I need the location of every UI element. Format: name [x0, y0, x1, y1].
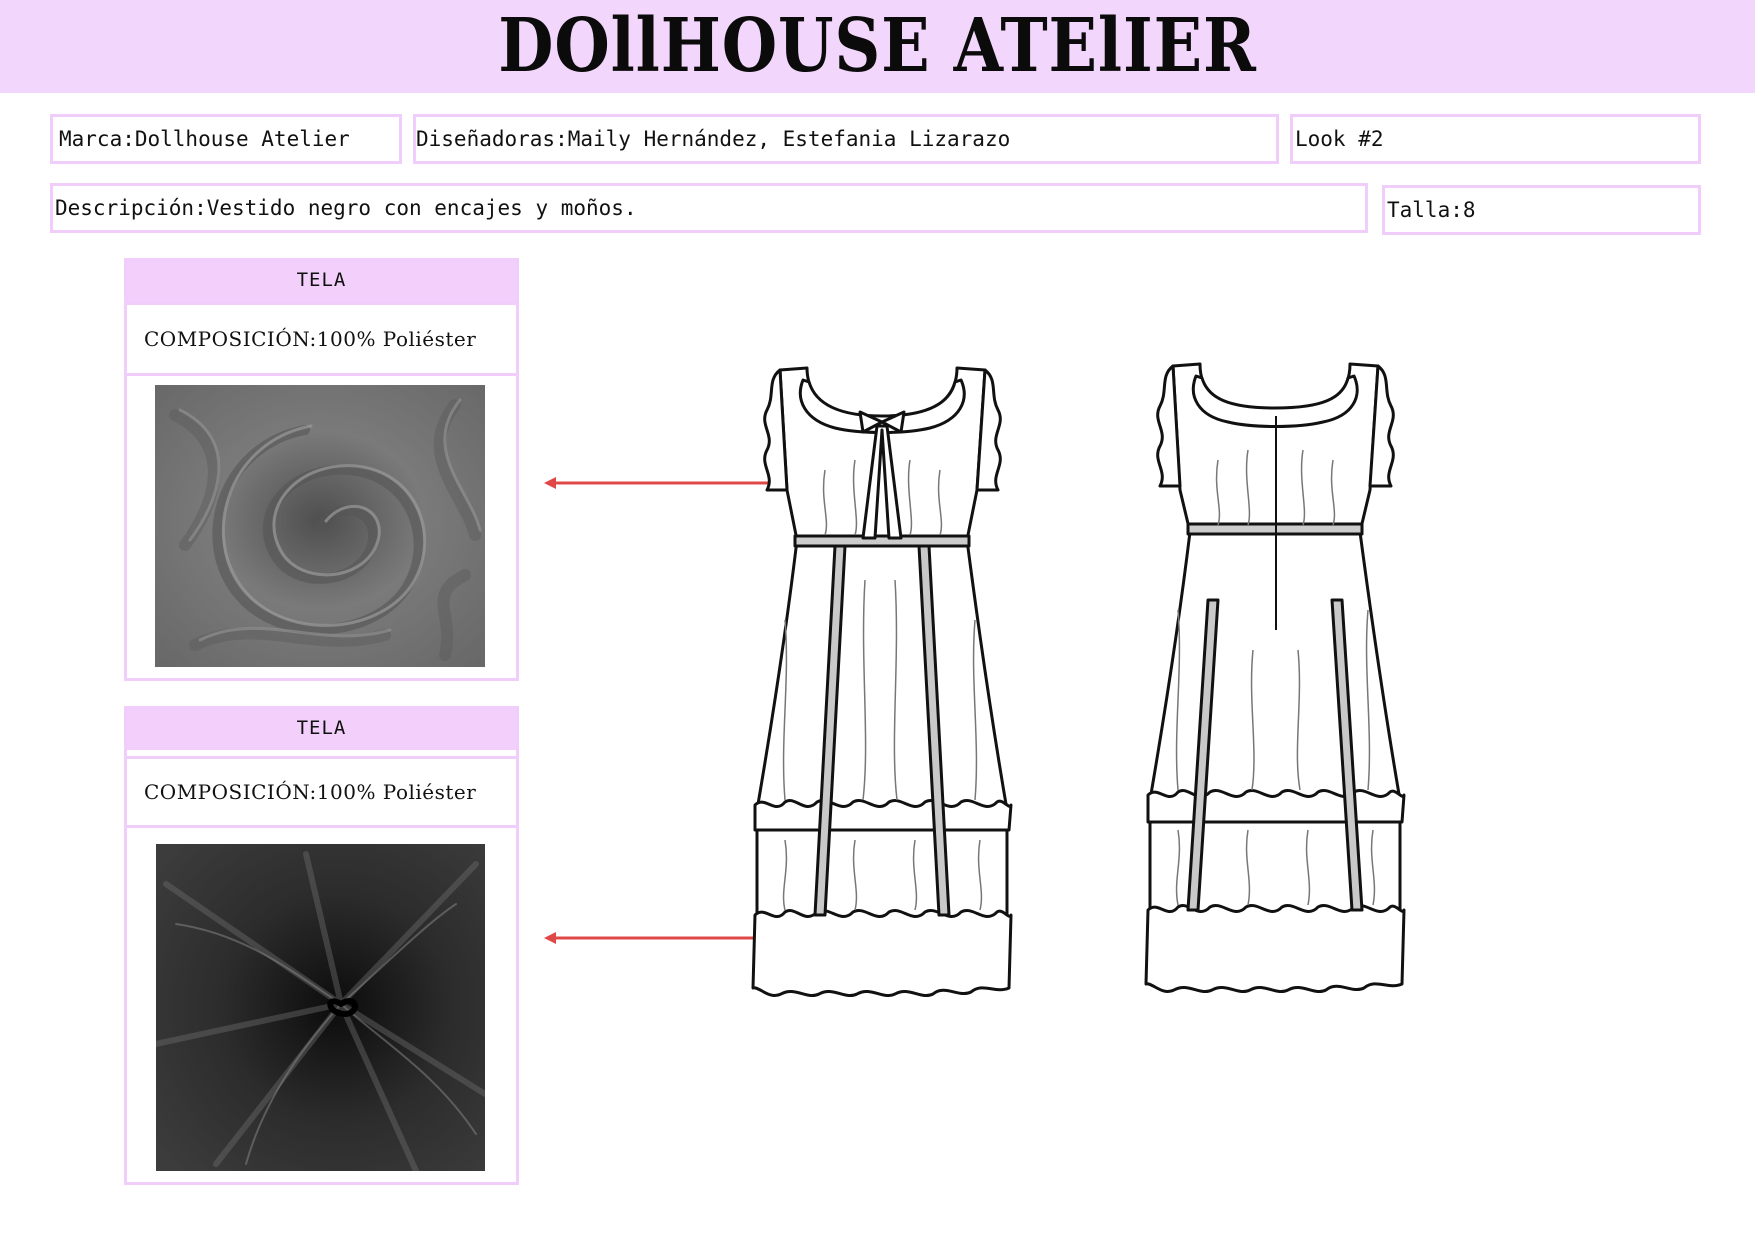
look-number: Look #2: [1295, 126, 1384, 151]
disenadoras-value: Maily Hernández, Estefania Lizarazo: [567, 126, 1011, 151]
disenadoras-field: Diseñadoras: Maily Hernández, Estefania L…: [413, 114, 1279, 164]
dress-front-sketch: [745, 360, 1020, 1000]
descripcion-field: Descripción: Vestido negro con encajes y…: [50, 183, 1368, 233]
marca-value: Dollhouse Atelier: [134, 126, 350, 151]
composition-value: 100% Poliéster: [316, 780, 477, 804]
dress-back-sketch: [1138, 360, 1413, 1000]
disenadoras-label: Diseñadoras:: [416, 126, 568, 151]
fabric-composition: COMPOSICIÓN: 100% Poliéster: [127, 756, 516, 828]
look-field: Look #2: [1290, 114, 1701, 164]
composition-label: COMPOSICIÓN:: [144, 780, 317, 804]
fabric-header: TELA: [127, 709, 516, 750]
talla-value: 8: [1462, 197, 1476, 222]
marca-field: Marca: Dollhouse Atelier: [50, 114, 402, 164]
fabric-card-2: TELA COMPOSICIÓN: 100% Poliéster: [124, 706, 519, 1185]
composition-value: 100% Poliéster: [316, 327, 477, 351]
descripcion-value: Vestido negro con encajes y moños.: [206, 195, 637, 220]
talla-field: Talla: 8: [1382, 185, 1701, 235]
fabric-composition: COMPOSICIÓN: 100% Poliéster: [127, 302, 516, 376]
descripcion-label: Descripción:: [55, 195, 207, 220]
black-satin-fabric-swatch: [156, 844, 485, 1171]
composition-label: COMPOSICIÓN:: [144, 327, 317, 351]
brand-title: DOllHOUSE ATElIER: [498, 3, 1257, 89]
marca-label: Marca:: [59, 126, 135, 151]
fabric-card-1: TELA COMPOSICIÓN: 100% Poliéster: [124, 258, 519, 681]
talla-label: Talla:: [1387, 197, 1463, 222]
fabric-header: TELA: [127, 261, 516, 302]
grey-crepe-fabric-swatch: [155, 385, 485, 667]
